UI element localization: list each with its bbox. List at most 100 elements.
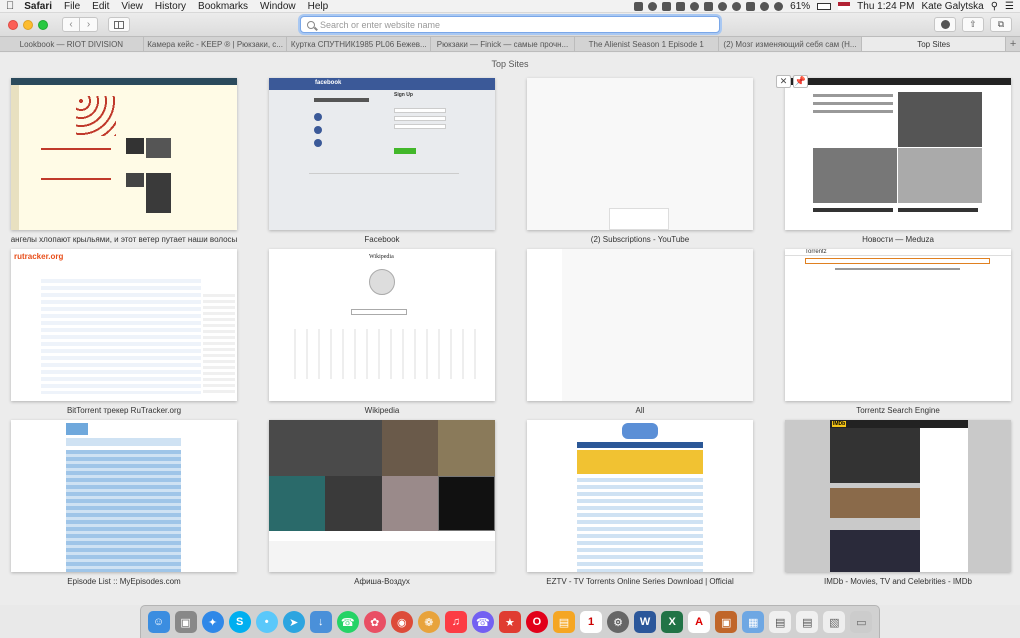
system-preferences-icon[interactable]: ⚙ — [607, 611, 630, 633]
menu-bookmarks[interactable]: Bookmarks — [198, 1, 248, 12]
new-tab-button[interactable]: + — [1006, 37, 1020, 51]
menu-view[interactable]: View — [121, 1, 143, 12]
site-thumbnail[interactable] — [527, 420, 753, 572]
menu-window[interactable]: Window — [260, 1, 296, 12]
tab-sputnik[interactable]: Куртка СПУТНИК1985 PL06 Бежев... — [287, 37, 432, 51]
downloads-stack-icon[interactable]: ▧ — [823, 611, 846, 633]
calendar-icon[interactable]: 1 — [580, 611, 603, 633]
clock[interactable]: Thu 1:24 PM — [857, 1, 914, 12]
tab-brain[interactable]: (2) Мозг изменяющий себя сам (Н... — [719, 37, 863, 51]
user-name[interactable]: Kate Galytska — [921, 1, 983, 12]
mail-icon[interactable] — [704, 1, 714, 11]
site-thumbnail[interactable]: facebook Sign Up — [269, 78, 495, 230]
chrome-icon[interactable]: ◉ — [390, 611, 413, 633]
image-file-icon[interactable]: ▣ — [715, 611, 738, 633]
flag-us-icon[interactable] — [838, 2, 851, 10]
folder-icon[interactable]: ▦ — [742, 611, 765, 633]
address-bar[interactable] — [300, 16, 720, 33]
pin-tile-button[interactable]: 📌 — [793, 75, 808, 88]
viber-icon[interactable]: ☎ — [471, 611, 494, 633]
dropbox-icon[interactable] — [634, 1, 644, 11]
opera-icon[interactable]: O — [525, 611, 548, 633]
bookmark-icon[interactable] — [676, 1, 686, 11]
apple-menu-icon[interactable]:  — [6, 0, 14, 12]
minimize-window-icon[interactable] — [23, 19, 33, 30]
tab-top-sites[interactable]: Top Sites — [862, 37, 1007, 51]
site-thumbnail[interactable] — [785, 78, 1011, 230]
messages-icon[interactable]: • — [255, 611, 278, 633]
facebook-signup-heading: Sign Up — [394, 92, 413, 98]
top-site-tile[interactable]: EZTV - TV Torrents Online Series Downloa… — [527, 420, 753, 591]
top-site-tile[interactable]: ✕ 📌 Новости — Meduza — [776, 75, 1011, 249]
trash-icon[interactable]: ▭ — [850, 611, 873, 633]
top-site-tile[interactable]: (2) Subscriptions - YouTube — [527, 78, 753, 249]
bluetooth-icon[interactable] — [746, 1, 756, 11]
site-thumbnail[interactable]: IMDb — [785, 420, 1011, 572]
top-site-tile[interactable]: ангелы хлопают крыльями, и этот ветер пу… — [11, 78, 237, 249]
fullscreen-window-icon[interactable] — [38, 19, 48, 30]
cloud-icon[interactable] — [648, 1, 658, 11]
back-button[interactable]: ‹ — [62, 17, 80, 32]
pinwheel-icon[interactable]: ❁ — [417, 611, 440, 633]
share-button[interactable]: ⇧ — [962, 17, 984, 32]
top-site-tile[interactable]: rutracker.org BitTorrent трекер RuTracke… — [11, 249, 237, 420]
remove-tile-button[interactable]: ✕ — [776, 75, 791, 88]
skype-icon[interactable] — [690, 1, 700, 11]
volume-icon[interactable] — [774, 1, 784, 11]
itunes-icon[interactable]: ♫ — [444, 611, 467, 633]
site-thumbnail[interactable]: rutracker.org — [11, 249, 237, 401]
wunderlist-icon[interactable]: ★ — [498, 611, 521, 633]
excel-icon[interactable]: X — [661, 611, 684, 633]
site-thumbnail[interactable] — [11, 420, 237, 572]
time-machine-icon[interactable] — [718, 1, 728, 11]
photos-icon[interactable]: ✿ — [363, 611, 386, 633]
site-thumbnail[interactable]: Torrentz — [785, 249, 1011, 401]
battery-percent[interactable]: 61% — [790, 1, 810, 12]
ibooks-icon[interactable]: ▤ — [552, 611, 575, 633]
notification-center-icon[interactable]: ☰ — [1005, 1, 1014, 12]
forward-button[interactable]: › — [80, 17, 98, 32]
tab-keep[interactable]: Камера кейс - KEEP ® | Рюкзаки, с... — [144, 37, 288, 51]
top-site-tile[interactable]: facebook Sign Up Facebook — [269, 78, 495, 249]
tab-alienist[interactable]: The Alienist Season 1 Episode 1 — [575, 37, 719, 51]
top-site-tile[interactable]: Torrentz Torrentz Search Engine — [785, 249, 1011, 420]
document-icon[interactable]: ▤ — [769, 611, 792, 633]
url-input[interactable] — [320, 19, 710, 30]
finder-icon[interactable]: ☺ — [147, 611, 170, 633]
wifi-icon[interactable] — [760, 1, 770, 11]
menu-history[interactable]: History — [155, 1, 186, 12]
downloads-button[interactable] — [934, 17, 956, 32]
menu-file[interactable]: File — [64, 1, 80, 12]
tab-overview-button[interactable]: ⧉ — [990, 17, 1012, 32]
preview-icon[interactable]: ▣ — [174, 611, 197, 633]
site-thumbnail[interactable] — [527, 78, 753, 230]
site-thumbnail[interactable] — [269, 420, 495, 572]
evernote-icon[interactable] — [662, 1, 672, 11]
downloads-folder-icon[interactable]: ↓ — [309, 611, 332, 633]
menu-app-safari[interactable]: Safari — [24, 1, 52, 12]
top-site-tile[interactable]: Episode List :: MyEpisodes.com — [11, 420, 237, 591]
tab-finick[interactable]: Рюкзаки — Finick — самые прочн... — [431, 37, 575, 51]
telegram-icon[interactable]: ➤ — [282, 611, 305, 633]
menu-edit[interactable]: Edit — [92, 1, 109, 12]
top-site-tile[interactable]: IMDb IMDb - Movies, TV and Celebrities -… — [785, 420, 1011, 591]
safari-icon[interactable]: ✦ — [201, 611, 224, 633]
viber-icon[interactable] — [732, 1, 742, 11]
site-thumbnail[interactable] — [527, 249, 753, 401]
spotlight-icon[interactable]: ⚲ — [991, 1, 998, 12]
top-site-tile[interactable]: All — [527, 249, 753, 420]
whatsapp-icon[interactable]: ☎ — [336, 611, 359, 633]
tab-lookbook[interactable]: Lookbook — RIOT DIVISION — [0, 37, 144, 51]
site-thumbnail[interactable]: Wikipedia — [269, 249, 495, 401]
acrobat-icon[interactable]: A — [688, 611, 711, 633]
document-icon[interactable]: ▤ — [796, 611, 819, 633]
top-site-tile[interactable]: Афиша-Воздух — [269, 420, 495, 591]
word-icon[interactable]: W — [634, 611, 657, 633]
top-site-tile[interactable]: Wikipedia Wikipedia — [269, 249, 495, 420]
menu-help[interactable]: Help — [308, 1, 329, 12]
close-window-icon[interactable] — [8, 19, 18, 30]
site-thumbnail[interactable] — [11, 78, 237, 230]
sidebar-toggle-button[interactable] — [108, 17, 130, 32]
battery-icon[interactable] — [817, 2, 832, 10]
skype-icon[interactable]: S — [228, 611, 251, 633]
